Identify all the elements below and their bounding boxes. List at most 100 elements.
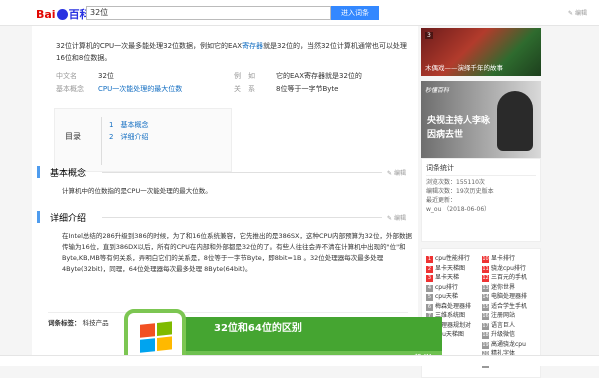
- rank-item[interactable]: 5 cpu天梯: [426, 293, 458, 301]
- stat-row: 编辑次数：19次历史版本: [426, 188, 494, 195]
- rank-item[interactable]: 18 升级微信: [482, 331, 515, 339]
- rank-number: 18: [482, 332, 489, 339]
- rank-item[interactable]: 3 显卡天梯: [426, 274, 459, 282]
- rank-item[interactable]: 4 cpu排行: [426, 284, 458, 292]
- toc-item-basic[interactable]: 1 基本概念: [109, 120, 148, 130]
- rank-label: 升级微信: [491, 331, 516, 338]
- entry-stats-box: 词条统计 浏览次数：155110次 编辑次数：19次历史版本 最近更新： w_o…: [421, 158, 541, 242]
- pencil-icon: ✎: [387, 170, 393, 177]
- rank-item[interactable]: 15 适合学生手机: [482, 303, 527, 311]
- basic-info-key: 关 系: [234, 85, 255, 93]
- ad-banner-video[interactable]: 秒懂百科 央视主持人李咏 因病去世: [421, 81, 541, 159]
- intro-link-register[interactable]: 寄存器: [242, 42, 263, 50]
- ad-index-badge: 3: [425, 32, 433, 39]
- rank-number: 13: [482, 284, 489, 292]
- header-bar: Bai 百科 32位 进入词条 ✎ 编辑: [0, 0, 599, 26]
- stats-title: 词条统计: [426, 163, 536, 176]
- section-divider: [102, 172, 382, 173]
- rank-item[interactable]: 10 显卡排行: [482, 255, 515, 263]
- section-edit-label: 编辑: [393, 170, 406, 177]
- rank-number: 15: [482, 303, 489, 311]
- rank-item[interactable]: 14 电脑处理器排: [482, 293, 527, 301]
- rank-number: 5: [426, 294, 433, 301]
- table-of-contents: 目录 1 基本概念 2 详细介绍: [54, 108, 232, 172]
- ad-brand: 秒懂百科: [425, 87, 450, 94]
- section-marker: [37, 166, 40, 178]
- pencil-icon: ✎: [568, 10, 574, 17]
- basic-info-key: 例 如: [234, 72, 255, 80]
- page-bottom-bar: [0, 355, 599, 366]
- rank-number: 12: [482, 275, 489, 282]
- stat-row: 最近更新：: [426, 197, 457, 204]
- section-title-basic: 基本概念: [50, 169, 87, 179]
- search-button[interactable]: 进入词条: [331, 6, 379, 20]
- person-photo: [497, 91, 533, 151]
- section-edit-detail[interactable]: ✎ 编辑: [387, 213, 406, 222]
- rank-item[interactable]: 1 cpu性能排行: [426, 255, 470, 263]
- rank-number: 11: [482, 265, 489, 273]
- rank-label: 语言巨人: [491, 321, 516, 329]
- pencil-icon: ✎: [387, 215, 393, 222]
- basic-info-row: 基本概念 CPU一次能处理的最大位数 关 系 8位等于一字节Byte: [56, 83, 412, 96]
- ad-title: 央视主持人李咏: [427, 116, 491, 126]
- rank-label: cpu排行: [435, 283, 458, 291]
- rank-number: 4: [426, 284, 433, 292]
- basic-info-row: 中文名 32位 例 如 它的EAX寄存器就是32位的: [56, 70, 412, 83]
- tag-item[interactable]: 科技产品: [83, 319, 109, 327]
- rank-number: 16: [482, 313, 489, 320]
- section-divider: [102, 217, 382, 218]
- rank-label: cpu性能排行: [435, 255, 470, 262]
- basic-info-value: 8位等于一字节Byte: [276, 85, 339, 93]
- rank-number: 14: [482, 294, 489, 301]
- section-text-detail: 在Intel总结的286升级到386的时候，为了和16位系统兼容，它先推出的是3…: [62, 232, 412, 273]
- basic-info-key: 基本概念: [56, 85, 84, 93]
- ad-caption: 木偶戏——演绎千年的故事: [425, 64, 503, 72]
- section-title-detail: 详细介绍: [50, 214, 87, 224]
- logo-text-bai: Bai: [36, 8, 56, 21]
- rank-item[interactable]: 2 显卡天梯图: [426, 265, 465, 273]
- rank-label: 迷你世界: [491, 283, 516, 291]
- banner-title: 32位和64位的区别: [214, 323, 302, 334]
- basic-info-value: 32位: [98, 72, 114, 80]
- rank-number: 1: [426, 256, 433, 263]
- rank-item[interactable]: 11 骁龙cpu排行: [482, 265, 526, 273]
- stat-row: 浏览次数：155110次: [426, 179, 485, 186]
- rank-item[interactable]: 12 三百元的手机: [482, 274, 527, 282]
- toc-item-detail[interactable]: 2 详细介绍: [109, 132, 148, 142]
- rank-number: 10: [482, 256, 489, 263]
- stat-row: w_ou （2018-06-06）: [426, 206, 491, 213]
- tags-label: 词条标签：: [48, 319, 81, 327]
- rank-label: 注册网站: [491, 312, 516, 319]
- section-edit-basic[interactable]: ✎ 编辑: [387, 168, 406, 177]
- paw-icon: [56, 9, 68, 20]
- rank-item[interactable]: 17 语言巨人: [482, 322, 515, 330]
- rank-item[interactable]: 13 迷你世界: [482, 284, 515, 292]
- section-text-basic: 计算机中的位数指的是CPU一次能处理的最大位数。: [62, 187, 212, 195]
- rank-item[interactable]: 19 高通骁龙cpu: [482, 341, 526, 349]
- rank-item[interactable]: 16 注册网站: [482, 312, 515, 320]
- section-edit-label: 编辑: [393, 215, 406, 222]
- rank-number: 19: [482, 341, 489, 349]
- baidu-baike-logo[interactable]: Bai 百科: [36, 6, 91, 22]
- rank-label: 显卡天梯图: [435, 264, 466, 272]
- basic-info-key: 中文名: [56, 72, 77, 80]
- toc-divider: [101, 117, 102, 165]
- rank-label: 高通骁龙cpu: [491, 340, 526, 348]
- basic-info-value: 它的EAX寄存器就是32位的: [276, 72, 362, 80]
- ad-subtitle: 因病去世: [427, 130, 464, 140]
- intro-text-a: 32位计算机的CPU一次最多能处理32位数据，例如它的EAX: [56, 42, 243, 50]
- rank-label: 适合学生手机: [491, 302, 528, 310]
- rank-number: 3: [426, 275, 433, 282]
- rank-label: 三百元的手机: [491, 274, 528, 281]
- section-marker: [37, 211, 40, 223]
- edit-link[interactable]: ✎ 编辑: [568, 8, 587, 17]
- rank-label: 显卡天梯: [435, 274, 460, 281]
- rank-label: 显卡排行: [491, 255, 516, 262]
- basic-info-value-link[interactable]: CPU一次能处理的最大位数: [98, 83, 234, 96]
- ad-banner-puppet[interactable]: 3 木偶戏——演绎千年的故事: [421, 28, 541, 76]
- toc-title: 目录: [65, 132, 81, 141]
- search-input[interactable]: 32位: [86, 6, 331, 20]
- rank-label: 骁龙cpu排行: [491, 264, 526, 272]
- rank-number: 2: [426, 265, 433, 273]
- intro-paragraph: 32位计算机的CPU一次最多能处理32位数据，例如它的EAX寄存器就是32位的，…: [56, 40, 412, 64]
